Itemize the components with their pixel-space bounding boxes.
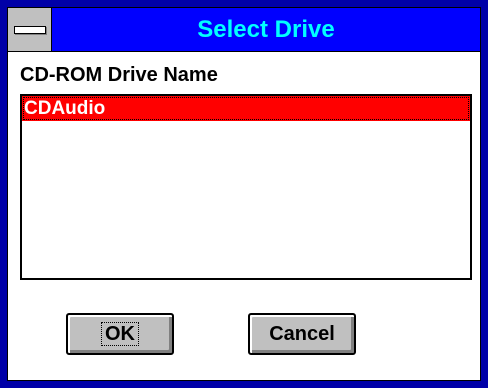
- ok-button[interactable]: OK: [66, 313, 174, 355]
- dialog-body: Select Drive CD-ROM Drive Name CDAudio O…: [7, 7, 481, 381]
- drive-name-label: CD-ROM Drive Name: [20, 64, 218, 86]
- window-title: Select Drive: [197, 16, 335, 43]
- list-item-cdaudio[interactable]: CDAudio: [22, 96, 470, 121]
- title-bar[interactable]: Select Drive: [8, 8, 480, 52]
- select-drive-dialog: Select Drive CD-ROM Drive Name CDAudio O…: [0, 0, 488, 388]
- system-menu-icon: [14, 26, 46, 34]
- system-menu-button[interactable]: [8, 8, 52, 51]
- cancel-button[interactable]: Cancel: [248, 313, 356, 355]
- ok-button-label: OK: [101, 322, 139, 346]
- drive-listbox[interactable]: CDAudio: [20, 94, 472, 280]
